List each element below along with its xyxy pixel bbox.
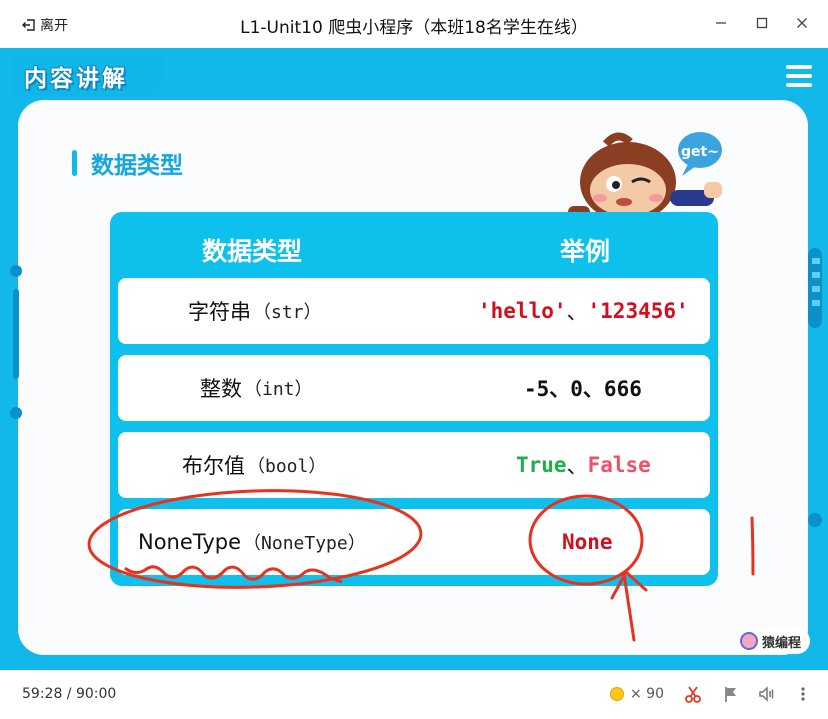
flag-icon[interactable] bbox=[722, 685, 740, 703]
example-value: None bbox=[562, 530, 613, 554]
column-header-example: 举例 bbox=[560, 237, 611, 266]
left-rail-decoration bbox=[10, 265, 22, 419]
coin-counter: × 90 bbox=[610, 686, 664, 702]
brand-logo-icon bbox=[740, 632, 758, 650]
bottom-bar: 59:28 / 90:00 × 90 bbox=[0, 670, 828, 719]
type-keyword: （str） bbox=[253, 302, 322, 323]
type-name: 整数 bbox=[200, 377, 242, 401]
type-keyword: （int） bbox=[244, 379, 313, 400]
example-value: -5、0、666 bbox=[524, 377, 642, 401]
monkey-mascot-illustration: get~ bbox=[568, 132, 722, 220]
scissors-icon[interactable] bbox=[684, 685, 702, 703]
example-value: True bbox=[516, 453, 567, 477]
bubble-text: get~ bbox=[681, 144, 719, 160]
type-keyword: （bool） bbox=[247, 456, 327, 477]
maximize-icon[interactable] bbox=[753, 14, 771, 32]
playback-time: 59:28 / 90:00 bbox=[22, 686, 117, 702]
table-row: 字符串 （str） 'hello'、 '123456' bbox=[118, 278, 710, 344]
coin-icon bbox=[610, 687, 624, 701]
section-heading: 数据类型 bbox=[72, 146, 183, 180]
section-title: 数据类型 bbox=[91, 153, 183, 179]
example-separator: 、 bbox=[566, 300, 588, 324]
coin-count: × 90 bbox=[630, 686, 664, 702]
example-value: '123456' bbox=[587, 299, 689, 323]
section-bar bbox=[72, 150, 77, 176]
title-bar: 离开 L1-Unit10 爬虫小程序（本班18名学生在线） bbox=[0, 0, 828, 48]
type-name: 布尔值 bbox=[182, 454, 245, 478]
close-icon[interactable] bbox=[793, 14, 811, 32]
brand-badge: 猿编程 bbox=[736, 628, 810, 654]
table-row: 整数 （int） -5、0、666 bbox=[118, 355, 710, 421]
type-keyword: （NoneType） bbox=[243, 533, 366, 554]
type-name: NoneType bbox=[138, 530, 242, 554]
menu-icon[interactable] bbox=[786, 65, 812, 91]
right-rail-decoration bbox=[808, 248, 822, 527]
brand-label: 猿编程 bbox=[762, 635, 802, 651]
table-row: NoneType （NoneType） None bbox=[118, 509, 710, 575]
column-header-type: 数据类型 bbox=[202, 237, 303, 266]
example-value: False bbox=[587, 453, 651, 477]
example-value: 'hello' bbox=[478, 299, 567, 323]
example-separator: 、 bbox=[566, 454, 588, 478]
window-title: L1-Unit10 爬虫小程序（本班18名学生在线） bbox=[240, 18, 588, 38]
type-name: 字符串 bbox=[188, 300, 251, 324]
data-type-table: 数据类型 举例 字符串 （str） 'hello'、 '123456' 整数 （int… bbox=[110, 212, 718, 586]
table-row: 布尔值 （bool） True、 False bbox=[118, 432, 710, 498]
volume-icon[interactable] bbox=[757, 685, 775, 703]
slide-header-title: 内容讲解 bbox=[24, 66, 128, 92]
more-icon[interactable] bbox=[794, 685, 812, 703]
minimize-icon[interactable] bbox=[712, 14, 730, 32]
